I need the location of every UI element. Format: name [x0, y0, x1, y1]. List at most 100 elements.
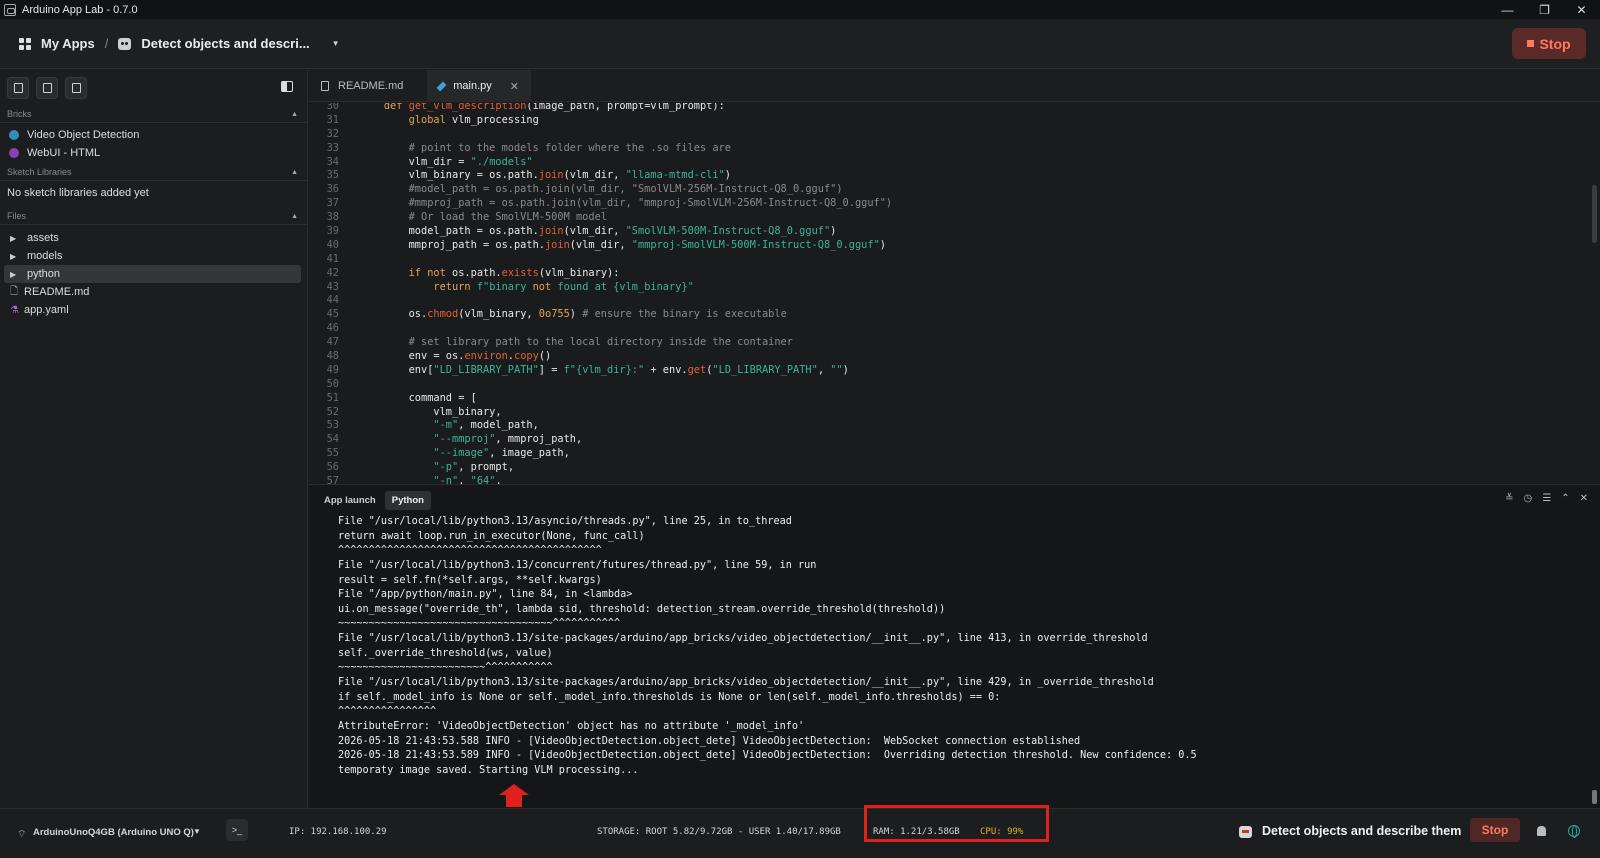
- stop-app-button-bottom[interactable]: Stop: [1470, 818, 1520, 842]
- scroll-to-bottom-icon[interactable]: ≚: [1505, 493, 1513, 504]
- console-scrollbar[interactable]: [1592, 790, 1597, 804]
- close-icon[interactable]: ✕: [1580, 493, 1588, 504]
- sketch-libraries-section-header[interactable]: Sketch Libraries ▲: [0, 164, 307, 181]
- file-tree-item[interactable]: 🗋 README.md: [0, 283, 307, 301]
- code-line: 51 command = [: [309, 392, 1600, 406]
- globe-icon[interactable]: [1568, 825, 1580, 838]
- restore-button[interactable]: ❐: [1526, 0, 1563, 19]
- console-line: File "/usr/local/lib/python3.13/site-pac…: [338, 677, 1154, 689]
- apps-grid-icon[interactable]: [19, 37, 31, 50]
- editor-tabs: README.md main.py ✕: [309, 70, 1600, 102]
- terminal-button[interactable]: >_: [226, 819, 248, 841]
- bricks-section-header[interactable]: Bricks ▲: [0, 106, 307, 123]
- add-brick-button[interactable]: [7, 77, 29, 99]
- collapse-sidebar-icon[interactable]: [281, 81, 293, 92]
- add-file-button[interactable]: [65, 77, 87, 99]
- code-text: #model_path = os.path.join(vlm_dir, "Smo…: [359, 183, 843, 196]
- document-icon: [321, 81, 329, 91]
- console-line: ^^^^^^^^^^^^^^^^^^^^^^^^^^^^^^^^^^^^^^^^…: [338, 545, 602, 557]
- console-line: if self._model_info is None or self._mod…: [338, 691, 1001, 703]
- code-text: vlm_dir = "./models": [359, 155, 533, 168]
- editor-scrollbar[interactable]: [1592, 185, 1597, 243]
- line-number: 33: [326, 141, 339, 154]
- storage-usage: STORAGE: ROOT 5.82/9.72GB - USER 1.40/17…: [597, 827, 841, 837]
- console-line: ^^^^^^^^^^^^^^^^: [338, 706, 437, 718]
- code-text: mmproj_path = os.path.join(vlm_dir, "mmp…: [359, 238, 886, 251]
- code-line: 31 global vlm_processing: [309, 114, 1600, 128]
- brick-icon: [13, 83, 23, 93]
- current-app-name[interactable]: Detect objects and descri...: [141, 36, 309, 51]
- console-line: ui.on_message("override_th", lambda sid,…: [338, 603, 946, 615]
- file-tree-item-selected[interactable]: ▶ python: [4, 265, 301, 283]
- files-section-header[interactable]: Files ▲: [0, 208, 307, 225]
- chevron-down-icon[interactable]: ▼: [193, 827, 201, 836]
- clear-log-icon[interactable]: ☰: [1542, 493, 1551, 504]
- line-number: 35: [326, 169, 339, 182]
- code-text: "--image", image_path,: [433, 447, 570, 460]
- file-tree-item[interactable]: ▶ assets: [0, 229, 307, 247]
- chevron-up-icon[interactable]: ⌃: [1561, 493, 1569, 504]
- code-line: 56 "-p", prompt,: [309, 461, 1600, 475]
- brick-label: WebUI - HTML: [27, 147, 101, 159]
- line-number: 31: [326, 113, 339, 126]
- line-number: 57: [326, 475, 339, 484]
- chevron-up-icon[interactable]: ▲: [291, 169, 298, 176]
- code-line: 42 if not os.path.exists(vlm_binary):: [309, 267, 1600, 281]
- code-text: # set library path to the local director…: [359, 336, 793, 349]
- minimize-button[interactable]: —: [1489, 0, 1526, 19]
- timestamp-icon[interactable]: ◷: [1524, 493, 1533, 504]
- tab-main-py[interactable]: main.py ✕: [427, 70, 531, 102]
- code-line: 30 def get_vlm_description(image_path, p…: [309, 103, 1600, 114]
- code-editor[interactable]: 30 def get_vlm_description(image_path, p…: [309, 103, 1600, 484]
- console-line: File "/app/python/main.py", line 84, in …: [338, 589, 633, 601]
- code-text: # point to the models folder where the .…: [359, 141, 731, 154]
- code-lines: 30 def get_vlm_description(image_path, p…: [309, 103, 1600, 484]
- bricks-list: Video Object Detection WebUI - HTML: [0, 123, 307, 162]
- line-number: 37: [326, 197, 339, 210]
- code-text: "-n", "64",: [433, 475, 502, 484]
- chevron-up-icon[interactable]: ▲: [291, 111, 298, 118]
- my-apps-link[interactable]: My Apps: [41, 36, 95, 51]
- line-number: 46: [326, 322, 339, 335]
- line-number: 42: [326, 266, 339, 279]
- close-window-button[interactable]: ✕: [1563, 0, 1600, 19]
- running-app-name: Detect objects and describe them: [1262, 824, 1462, 838]
- line-number: 55: [326, 447, 339, 460]
- wifi-icon: ⌔: [17, 829, 27, 840]
- sketch-empty-message: No sketch libraries added yet: [7, 187, 149, 199]
- caret-right-icon[interactable]: ▶: [10, 270, 27, 279]
- caret-right-icon[interactable]: ▶: [10, 252, 27, 261]
- code-text: "-m", model_path,: [433, 419, 539, 432]
- close-tab-icon[interactable]: ✕: [510, 80, 519, 93]
- add-library-button[interactable]: [36, 77, 58, 99]
- tab-app-launch[interactable]: App launch: [317, 491, 383, 510]
- file-tree-item[interactable]: ⚗ app.yaml: [0, 301, 307, 319]
- file-tree: ▶ assets ▶ models ▶ python 🗋 README.md ⚗…: [0, 225, 307, 319]
- board-selector[interactable]: ArduinoUnoQ4GB (Arduino UNO Q): [33, 827, 194, 838]
- console-line: 2026-05-18 21:43:53.588 INFO - [VideoObj…: [338, 735, 1081, 747]
- code-line: 33 # point to the models folder where th…: [309, 142, 1600, 156]
- stop-button-label: Stop: [1539, 35, 1571, 52]
- console-line: File "/usr/local/lib/python3.13/asyncio/…: [338, 516, 792, 527]
- code-line: 48 env = os.environ.copy(): [309, 350, 1600, 364]
- tab-python[interactable]: Python: [384, 490, 431, 510]
- tab-readme[interactable]: README.md: [309, 70, 427, 102]
- code-line: 38 # Or load the SmolVLM-500M model: [309, 211, 1600, 225]
- bell-icon[interactable]: [1537, 826, 1546, 836]
- caret-right-icon[interactable]: ▶: [10, 234, 27, 243]
- brick-label: Video Object Detection: [27, 129, 140, 141]
- file-tree-item[interactable]: ▶ models: [0, 247, 307, 265]
- stop-app-button[interactable]: Stop: [1512, 28, 1586, 59]
- code-line: 57 "-n", "64",: [309, 475, 1600, 484]
- chevron-up-icon[interactable]: ▲: [291, 213, 298, 220]
- brick-video-object-detection[interactable]: Video Object Detection: [0, 126, 307, 144]
- window-controls: — ❐ ✕: [1489, 0, 1600, 19]
- chevron-down-icon[interactable]: ▼: [332, 39, 340, 48]
- line-number: 32: [326, 127, 339, 140]
- console-line: ~~~~~~~~~~~~~~~~~~~~~~~~^^^^^^^^^^^: [338, 662, 553, 674]
- code-line: 55 "--image", image_path,: [309, 447, 1600, 461]
- code-line: 52 vlm_binary,: [309, 406, 1600, 420]
- brick-webui-html[interactable]: WebUI - HTML: [0, 144, 307, 162]
- ip-address: IP: 192.168.100.29: [289, 827, 387, 837]
- code-text: env = os.environ.copy(): [359, 350, 552, 363]
